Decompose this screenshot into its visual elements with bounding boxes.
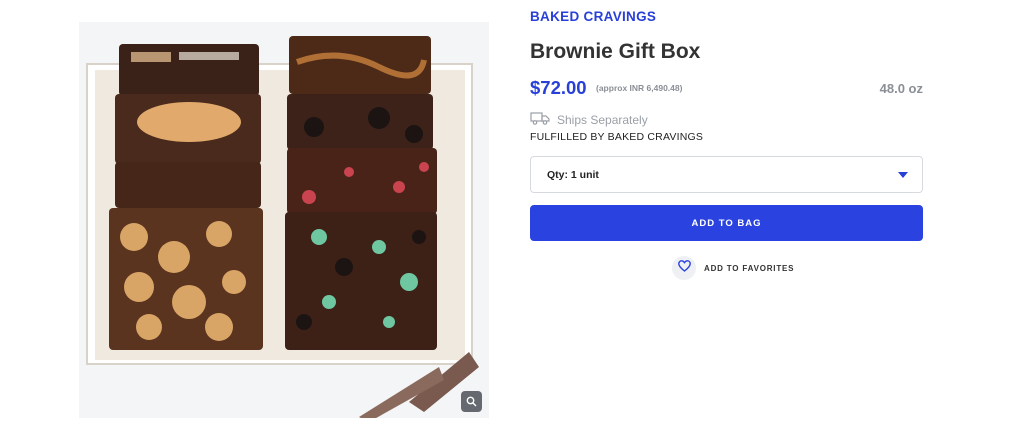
magnifier-icon bbox=[466, 396, 477, 407]
ships-label: Ships Separately bbox=[557, 113, 648, 127]
favorite-icon-wrapper bbox=[672, 256, 696, 280]
add-to-bag-button[interactable]: ADD TO BAG bbox=[530, 205, 923, 241]
product-image[interactable] bbox=[79, 22, 489, 418]
quantity-select[interactable]: Qty: 1 unit bbox=[530, 156, 923, 193]
truck-icon bbox=[530, 112, 550, 128]
fulfilled-by: FULFILLED BY BAKED CRAVINGS bbox=[530, 131, 704, 143]
product-title: Brownie Gift Box bbox=[530, 40, 701, 63]
add-to-favorites-button[interactable]: ADD TO FAVORITES bbox=[672, 256, 794, 280]
brownie-box-illustration bbox=[86, 36, 479, 418]
quantity-value: Qty: 1 unit bbox=[547, 168, 599, 181]
zoom-button[interactable] bbox=[461, 391, 482, 412]
heart-icon bbox=[677, 259, 691, 277]
product-weight: 48.0 oz bbox=[879, 81, 923, 96]
price-approx: (approx INR 6,490.48) bbox=[596, 83, 683, 93]
brand-link[interactable]: BAKED CRAVINGS bbox=[530, 9, 656, 24]
caret-down-icon bbox=[898, 171, 908, 178]
add-to-favorites-label: ADD TO FAVORITES bbox=[704, 263, 795, 273]
ships-separately: Ships Separately bbox=[530, 112, 648, 128]
product-price: $72.00 bbox=[530, 77, 587, 98]
